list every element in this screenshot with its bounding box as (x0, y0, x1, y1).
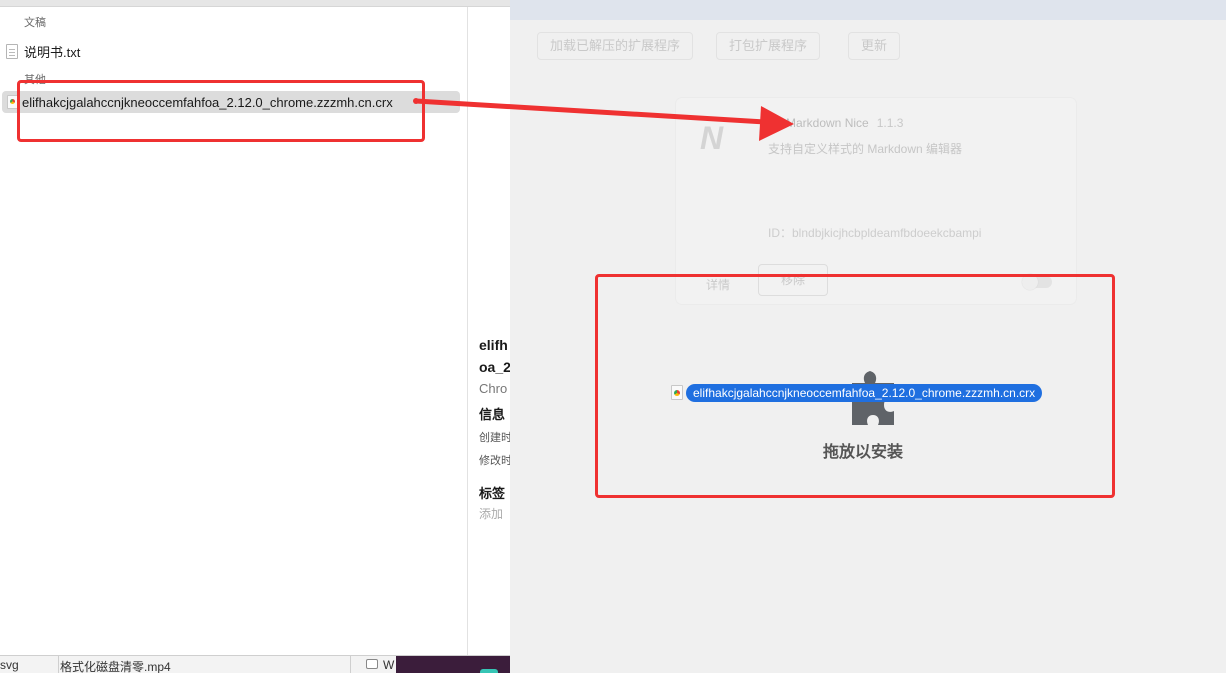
dragged-crx-file-icon (671, 385, 683, 400)
annotation-arrow (413, 98, 794, 141)
dragged-file-label[interactable]: elifhakcjgalahccnjkneoccemfahfoa_2.12.0_… (686, 384, 1043, 402)
